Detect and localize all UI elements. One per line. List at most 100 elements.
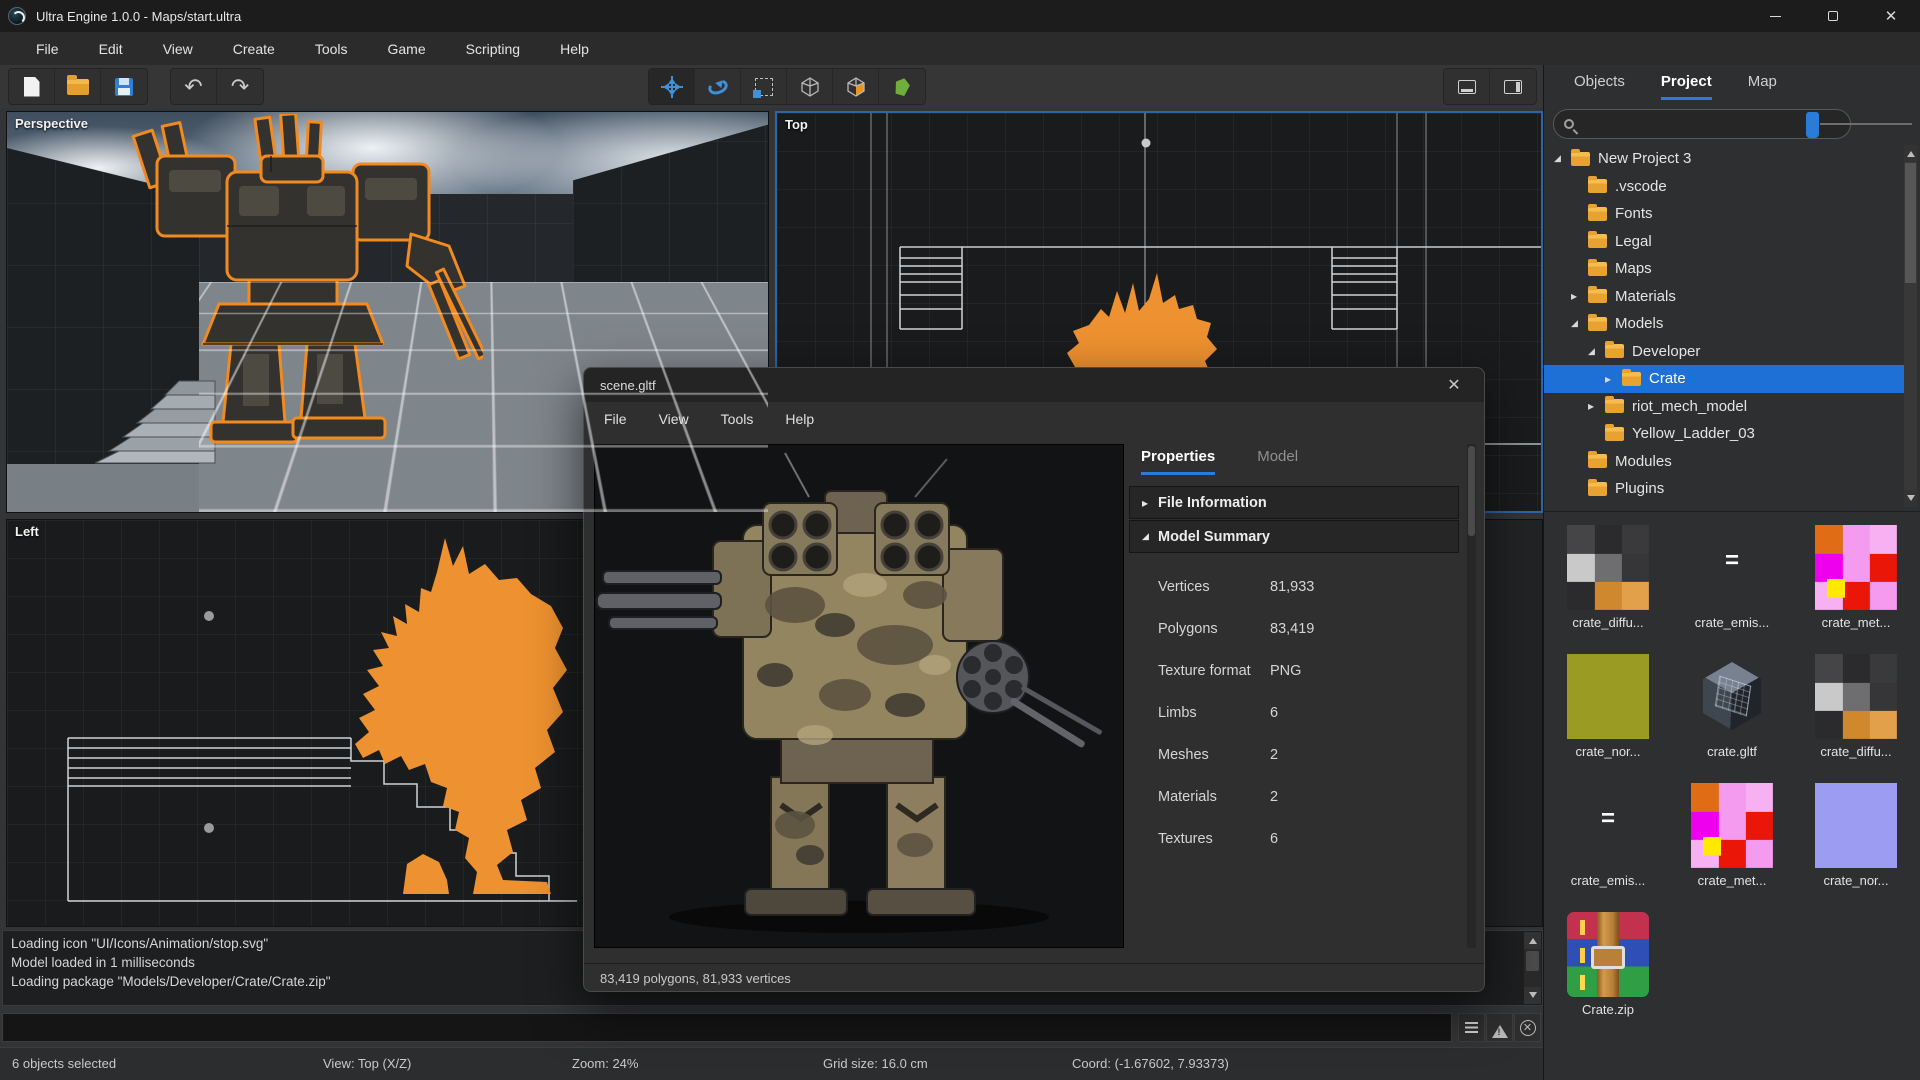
panel-tab[interactable]: Objects [1574, 73, 1625, 100]
tree-scroll-up[interactable] [1904, 145, 1917, 162]
toggle-bottom-panel-button[interactable] [1444, 69, 1490, 104]
move-tool-button[interactable] [649, 69, 695, 104]
maximize-button[interactable] [1804, 0, 1862, 32]
thumbnail-size-slider-handle[interactable] [1806, 112, 1819, 138]
model-viewer-window[interactable]: scene.gltf ✕ File View Tools Help Proper… [583, 367, 1485, 992]
tree-scrollbar-thumb[interactable] [1905, 163, 1916, 283]
vegetation-tool-button[interactable] [879, 69, 925, 104]
tree-item[interactable]: Fonts [1544, 200, 1904, 228]
menu-item[interactable]: Game [368, 35, 446, 63]
scale-tool-button[interactable] [741, 69, 787, 104]
tree-item[interactable]: Maps [1544, 255, 1904, 283]
asset-label: Crate.zip [1581, 1002, 1635, 1017]
panel-divider [1544, 511, 1920, 512]
model-menu-item[interactable]: Tools [705, 405, 770, 433]
asset-item[interactable]: Crate.zip [1546, 904, 1670, 1033]
asset-item[interactable]: crate_met... [1670, 775, 1794, 904]
status-item: Zoom: 24% [572, 1056, 639, 1071]
asset-item[interactable]: crate_nor... [1546, 646, 1670, 775]
expand-arrow-icon[interactable] [1571, 318, 1588, 329]
bottom-panel-layout-icon [1457, 79, 1476, 94]
expand-arrow-icon[interactable] [1588, 346, 1605, 357]
new-file-button[interactable] [9, 69, 55, 104]
asset-item[interactable]: crate_emis... [1546, 775, 1670, 904]
undo-button[interactable]: ↶ [171, 69, 217, 104]
model-menu-item[interactable]: Help [769, 405, 830, 433]
selected-mech-model[interactable] [111, 114, 483, 466]
model-menu-item[interactable]: View [643, 405, 705, 433]
menu-item[interactable]: Scripting [446, 35, 540, 63]
minimize-button[interactable] [1746, 0, 1804, 32]
menu-item[interactable]: View [143, 35, 213, 63]
tree-item[interactable]: Models [1544, 310, 1904, 338]
section-header[interactable]: File Information [1129, 486, 1459, 519]
tree-item[interactable]: Crate [1544, 365, 1906, 393]
expand-arrow-icon[interactable] [1605, 372, 1622, 386]
solid-view-button[interactable] [833, 69, 879, 104]
section-arrow-icon [1142, 496, 1158, 510]
rotate-tool-button[interactable] [695, 69, 741, 104]
model-window-titlebar[interactable]: scene.gltf ✕ [584, 368, 1484, 402]
wireframe-view-button[interactable] [787, 69, 833, 104]
tree-item[interactable]: .vscode [1544, 173, 1904, 201]
scroll-up-button[interactable] [1524, 932, 1541, 949]
asset-item[interactable]: crate_diffu... [1794, 646, 1918, 775]
tree-item[interactable]: Plugins [1544, 475, 1904, 503]
panel-tab[interactable]: Map [1748, 73, 1777, 100]
tree-item-label: .vscode [1615, 177, 1667, 195]
model-preview[interactable] [594, 444, 1124, 948]
scrollbar-thumb[interactable] [1526, 951, 1539, 971]
console-scrollbar[interactable] [1524, 932, 1541, 1004]
open-folder-button[interactable] [55, 69, 101, 104]
tree-item[interactable]: Legal [1544, 228, 1904, 256]
section-header[interactable]: Model Summary [1129, 520, 1459, 553]
tree-item[interactable]: Developer [1544, 338, 1904, 366]
clear-console-button[interactable]: ✕ [1514, 1013, 1541, 1042]
menu-item[interactable]: File [16, 35, 79, 63]
model-menu-item[interactable]: File [588, 405, 643, 433]
tree-item[interactable]: riot_mech_model [1544, 393, 1904, 421]
warnings-button[interactable] [1486, 1013, 1513, 1042]
menu-item[interactable]: Create [213, 35, 295, 63]
asset-item[interactable]: crate_emis... [1670, 517, 1794, 646]
model-panel-tab[interactable]: Model [1257, 448, 1298, 475]
wireframe-cube-icon [800, 76, 819, 97]
menu-item[interactable]: Edit [79, 35, 143, 63]
move-tool-icon [660, 75, 683, 98]
asset-item[interactable]: crate.gltf [1670, 646, 1794, 775]
tree-item[interactable]: Yellow_Ladder_03 [1544, 420, 1904, 448]
thumbnail-size-slider-track[interactable] [1820, 123, 1912, 125]
asset-label: crate.gltf [1707, 744, 1757, 759]
expand-arrow-icon[interactable] [1554, 153, 1571, 164]
right-panel-tabs: Objects Project Map [1574, 73, 1777, 100]
tree-item[interactable]: New Project 3 [1544, 145, 1904, 173]
asset-item[interactable]: crate_met... [1794, 517, 1918, 646]
toggle-right-panel-button[interactable] [1490, 69, 1536, 104]
expand-arrow-icon[interactable] [1588, 399, 1605, 413]
tree-scroll-down[interactable] [1904, 490, 1917, 507]
redo-button[interactable]: ↷ [217, 69, 263, 104]
tree-item[interactable]: Materials [1544, 283, 1904, 311]
model-window-minimize[interactable] [1334, 368, 1382, 402]
status-item: View: Top (X/Z) [323, 1056, 412, 1071]
model-window-maximize[interactable] [1382, 368, 1430, 402]
close-button[interactable]: ✕ [1862, 0, 1920, 32]
viewport-label-perspective: Perspective [15, 116, 88, 131]
model-panel-tab[interactable]: Properties [1141, 448, 1216, 475]
log-list-button[interactable] [1458, 1013, 1485, 1042]
tree-item[interactable]: Modules [1544, 448, 1904, 476]
asset-item[interactable]: crate_diffu... [1546, 517, 1670, 646]
tree-scrollbar[interactable] [1904, 145, 1917, 507]
menu-item[interactable]: Help [540, 35, 609, 63]
asset-item[interactable]: crate_nor... [1794, 775, 1918, 904]
model-window-close[interactable]: ✕ [1430, 368, 1478, 402]
expand-arrow-icon[interactable] [1571, 289, 1588, 303]
panel-tab[interactable]: Project [1660, 73, 1712, 100]
folder-icon [1588, 176, 1607, 194]
save-button[interactable] [101, 69, 147, 104]
menu-item[interactable]: Tools [295, 35, 368, 63]
command-input[interactable] [2, 1013, 1452, 1042]
scroll-down-button[interactable] [1524, 987, 1541, 1004]
folder-icon [1588, 451, 1607, 469]
model-panel-scrollbar[interactable] [1467, 444, 1476, 948]
